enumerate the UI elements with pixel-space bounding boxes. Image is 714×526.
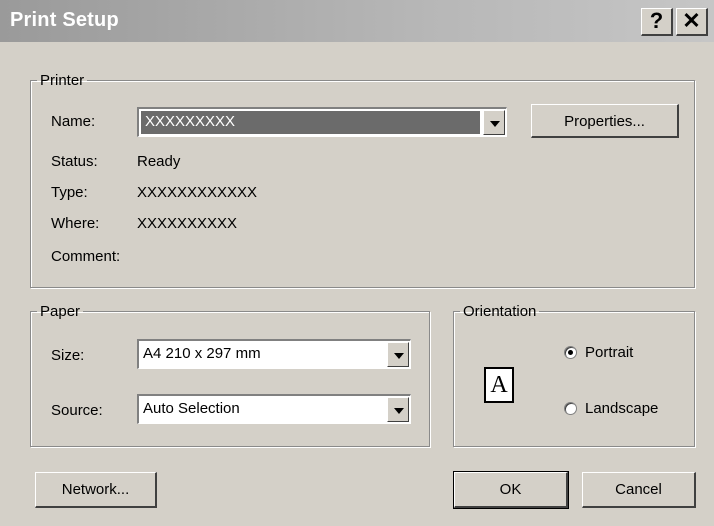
portrait-label[interactable]: Portrait	[585, 344, 633, 361]
network-button[interactable]: Network...	[35, 472, 157, 508]
ok-button-label: OK	[499, 481, 522, 498]
source-label: Source:	[51, 402, 103, 419]
comment-label: Comment:	[51, 248, 121, 265]
close-button[interactable]: ✕	[676, 8, 708, 36]
landscape-label[interactable]: Landscape	[585, 400, 658, 417]
status-label: Status:	[51, 153, 98, 170]
paper-size-dropdown[interactable]: A4 210 x 297 mm	[137, 339, 411, 369]
cancel-button-label: Cancel	[615, 481, 662, 498]
portrait-radio[interactable]	[564, 346, 577, 359]
printer-name-label: Name:	[51, 113, 96, 130]
window-title: Print Setup	[10, 9, 119, 31]
title-bar: Print Setup ? ✕	[0, 0, 714, 42]
question-mark-icon: ?	[649, 8, 664, 33]
printer-name-value: XXXXXXXXX	[141, 111, 480, 134]
properties-button[interactable]: Properties...	[531, 104, 679, 138]
where-label: Where:	[51, 215, 100, 232]
paper-source-value: Auto Selection	[143, 400, 240, 417]
properties-button-label: Properties...	[564, 113, 645, 130]
type-label: Type:	[51, 184, 88, 201]
close-icon: ✕	[682, 8, 701, 33]
ok-button[interactable]: OK	[453, 471, 569, 509]
chevron-down-icon[interactable]	[483, 110, 505, 135]
type-value: XXXXXXXXXXXX	[137, 184, 258, 201]
paper-source-dropdown[interactable]: Auto Selection	[137, 394, 411, 424]
chevron-down-icon[interactable]	[387, 342, 409, 367]
printer-legend: Printer	[40, 72, 85, 89]
paper-size-value: A4 210 x 297 mm	[143, 345, 261, 362]
help-button[interactable]: ?	[641, 8, 673, 36]
landscape-radio[interactable]	[564, 402, 577, 415]
printer-name-dropdown[interactable]: XXXXXXXXX	[137, 107, 507, 137]
paper-legend: Paper	[40, 303, 81, 320]
size-label: Size:	[51, 347, 85, 364]
network-button-label: Network...	[61, 481, 130, 498]
where-value: XXXXXXXXXX	[137, 215, 238, 232]
orientation-legend: Orientation	[463, 303, 537, 320]
paper-group: Paper	[30, 303, 430, 447]
status-value: Ready	[137, 153, 181, 170]
cancel-button[interactable]: Cancel	[582, 472, 696, 508]
chevron-down-icon[interactable]	[387, 397, 409, 422]
page-orientation-icon: A	[484, 367, 514, 403]
